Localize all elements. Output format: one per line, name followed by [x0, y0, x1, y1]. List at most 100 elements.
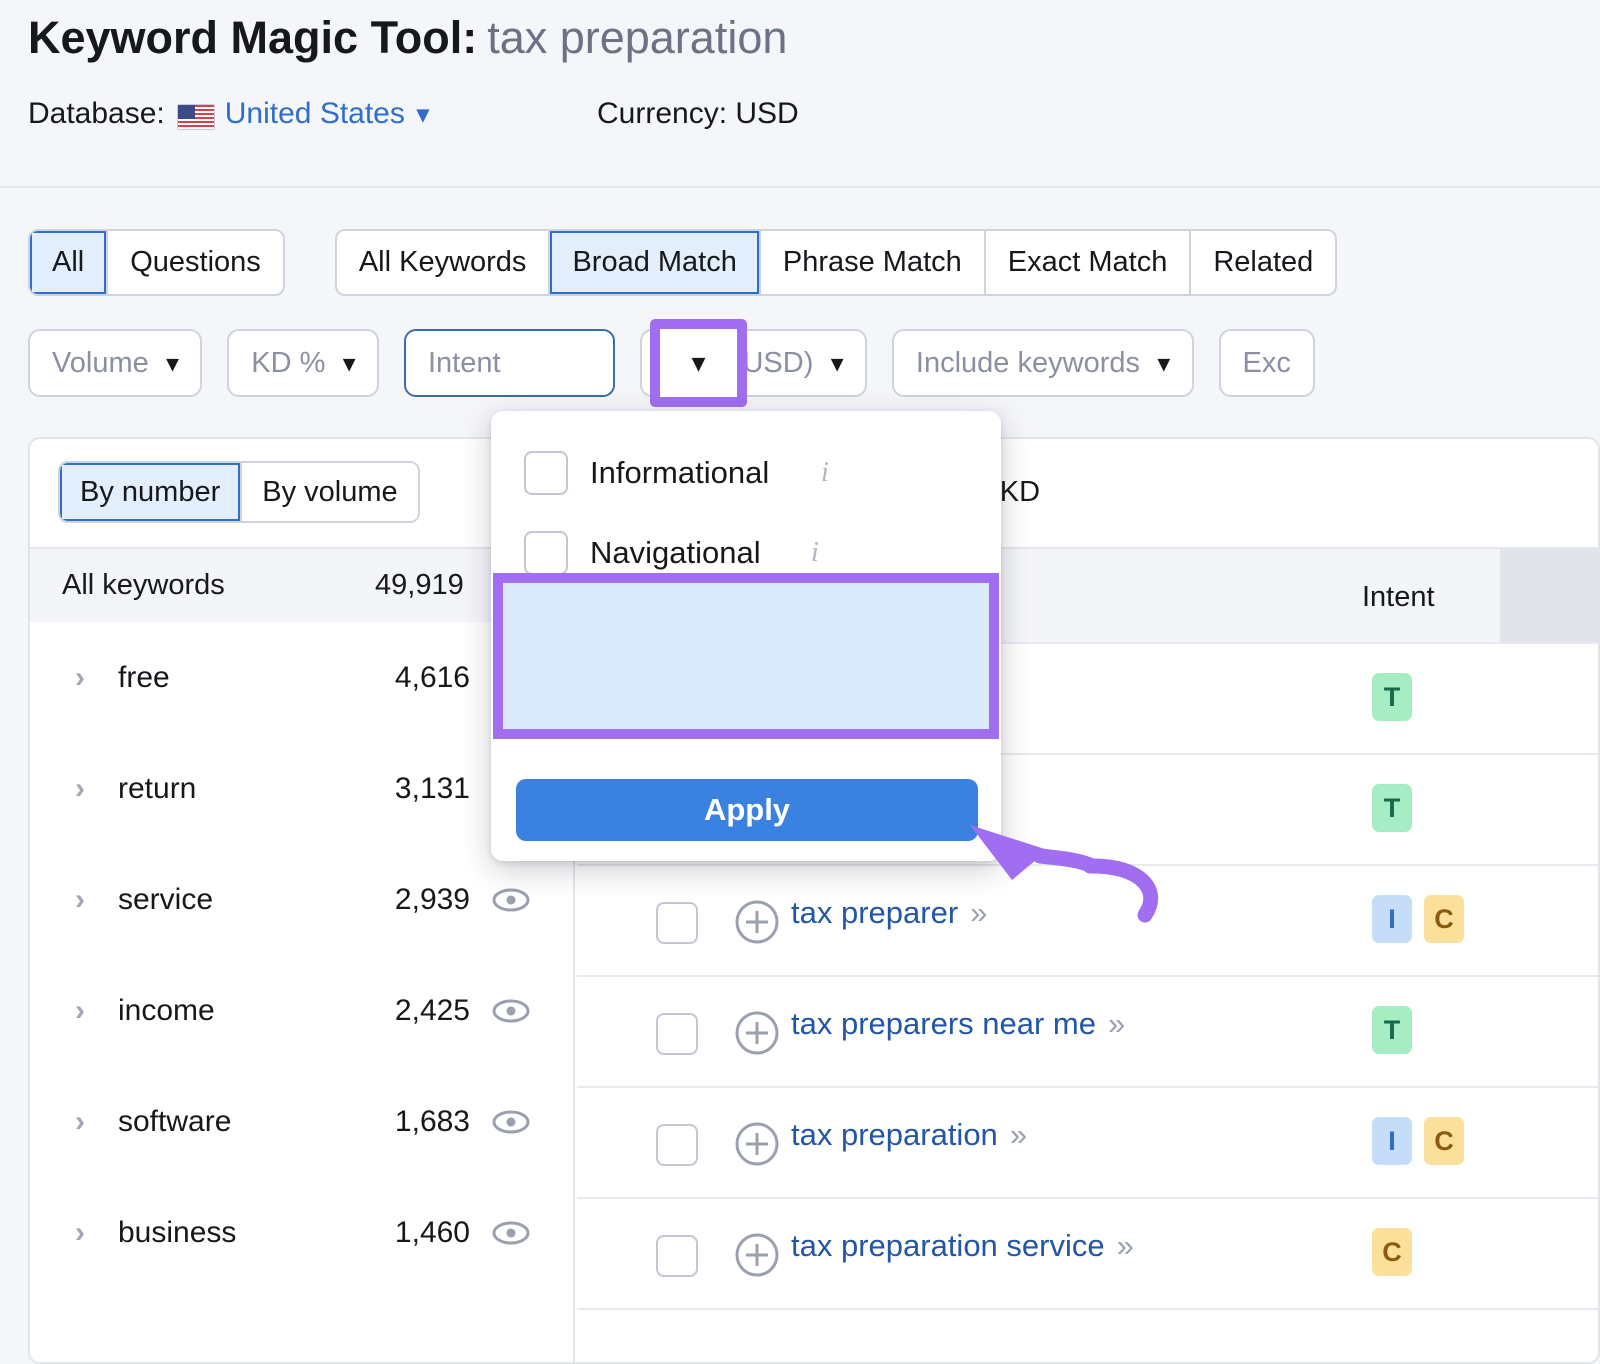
row-checkbox[interactable] — [656, 902, 698, 944]
group-name: income — [118, 994, 215, 1028]
keyword-link[interactable]: tax preparer » — [791, 895, 987, 931]
tab-related[interactable]: Related — [1191, 231, 1335, 294]
row-checkbox[interactable] — [656, 1235, 698, 1277]
table-row[interactable]: tax preparation» I C — [577, 1086, 1600, 1197]
eye-icon[interactable] — [492, 1221, 530, 1245]
filter-kd-label: KD % — [251, 347, 325, 380]
row-checkbox[interactable] — [656, 1124, 698, 1166]
info-icon[interactable]: i — [821, 457, 829, 489]
currency-label: Currency: USD — [597, 97, 799, 131]
group-name: business — [118, 1216, 236, 1250]
table-row[interactable]: tax preparer » I C — [577, 864, 1600, 975]
chevron-right-icon[interactable]: › — [75, 1105, 85, 1139]
status-badge: I — [1372, 1117, 1412, 1165]
chevron-down-icon: ▾ — [831, 350, 843, 377]
filter-exclude-keywords-label: Exc — [1243, 347, 1291, 380]
intent-badges: T — [1372, 1006, 1412, 1054]
tab-questions[interactable]: Questions — [108, 231, 283, 294]
intent-dropdown-toggle-highlight[interactable]: ▾ — [650, 319, 747, 407]
chevron-down-icon: ▾ — [692, 348, 705, 378]
us-flag-icon — [177, 104, 215, 130]
chevron-double-right-icon[interactable]: » — [1010, 1117, 1027, 1152]
chevron-right-icon[interactable]: › — [75, 883, 85, 917]
group-name: software — [118, 1105, 231, 1139]
database-label: Database: — [28, 97, 165, 131]
chevron-right-icon[interactable]: › — [75, 772, 85, 806]
intent-badges: C — [1372, 1228, 1412, 1276]
keyword-text: tax preparer — [791, 895, 958, 930]
page-header: Keyword Magic Tool:tax preparation Datab… — [0, 0, 1600, 186]
add-keyword-icon[interactable] — [734, 1232, 780, 1278]
table-header-shade — [1500, 549, 1600, 644]
list-item[interactable]: › software 1,683 — [30, 1066, 575, 1177]
apply-button[interactable]: Apply — [516, 779, 978, 841]
tab-broad-match[interactable]: Broad Match — [550, 231, 760, 294]
tab-all-keywords[interactable]: All Keywords — [337, 231, 551, 294]
table-row[interactable] — [577, 1308, 1600, 1364]
tab-group-question-type: All Questions — [28, 229, 285, 296]
chevron-double-right-icon[interactable]: » — [1117, 1228, 1134, 1263]
selected-options-highlight — [493, 573, 999, 739]
row-checkbox[interactable] — [656, 1013, 698, 1055]
sidebar-tab-by-volume[interactable]: By volume — [242, 463, 417, 521]
chevron-down-icon[interactable]: ▾ — [417, 100, 429, 129]
eye-icon[interactable] — [492, 1110, 530, 1134]
option-label: Informational — [590, 455, 769, 491]
intent-badges: I C — [1372, 895, 1464, 943]
add-keyword-icon[interactable] — [734, 1010, 780, 1056]
chevron-double-right-icon[interactable]: » — [1108, 1006, 1125, 1041]
intent-badges: T — [1372, 784, 1412, 832]
filter-intent[interactable]: Intent — [404, 329, 615, 397]
add-keyword-icon[interactable] — [734, 899, 780, 945]
keyword-link[interactable]: tax preparation» — [791, 1117, 1027, 1153]
eye-icon[interactable] — [492, 999, 530, 1023]
database-row: Database: United States ▾ — [28, 97, 429, 131]
status-badge: T — [1372, 784, 1412, 832]
filter-volume[interactable]: Volume▾ — [28, 329, 202, 397]
checkbox-informational[interactable] — [524, 451, 568, 495]
filter-include-keywords-label: Include keywords — [916, 347, 1140, 380]
chevron-down-icon: ▾ — [343, 350, 355, 377]
chevron-down-icon: ▾ — [1158, 350, 1170, 377]
header-divider — [0, 186, 1600, 188]
tab-all[interactable]: All — [30, 231, 108, 294]
table-row[interactable]: tax preparers near me » T — [577, 975, 1600, 1086]
filter-intent-label: Intent — [428, 347, 501, 380]
chevron-right-icon[interactable]: › — [75, 1216, 85, 1250]
tab-group-match-type: All Keywords Broad Match Phrase Match Ex… — [335, 229, 1338, 296]
keyword-link[interactable]: tax preparers near me » — [791, 1006, 1125, 1042]
list-item[interactable]: › service 2,939 — [30, 844, 575, 955]
keyword-text: tax preparers near me — [791, 1006, 1096, 1041]
group-count: 2,425 — [320, 994, 470, 1028]
group-count: 1,460 — [320, 1216, 470, 1250]
list-item[interactable]: › income 2,425 — [30, 955, 575, 1066]
tab-phrase-match[interactable]: Phrase Match — [761, 231, 986, 294]
page-title-text: Keyword Magic Tool: — [28, 12, 477, 63]
table-row[interactable]: tax preparation service» C — [577, 1197, 1600, 1308]
filter-include-keywords[interactable]: Include keywords ▾ — [892, 329, 1194, 397]
group-name: service — [118, 883, 213, 917]
dropdown-option-informational[interactable]: Informational i — [491, 433, 1001, 513]
filter-exclude-keywords[interactable]: Exc — [1219, 329, 1315, 397]
page-title-keyword: tax preparation — [487, 12, 787, 63]
intent-badges: I C — [1372, 1117, 1464, 1165]
group-count: 2,939 — [320, 883, 470, 917]
add-keyword-icon[interactable] — [734, 1121, 780, 1167]
chevron-right-icon[interactable]: › — [75, 661, 85, 695]
keyword-link[interactable]: tax preparation service» — [791, 1228, 1134, 1264]
eye-icon[interactable] — [492, 888, 530, 912]
chevron-double-right-icon[interactable]: » — [970, 895, 987, 930]
info-icon[interactable]: i — [811, 537, 819, 569]
column-header-intent: Intent — [1362, 581, 1435, 614]
filter-kd[interactable]: KD % ▾ — [227, 329, 379, 397]
all-keywords-count: 49,919 — [375, 569, 464, 602]
checkbox-navigational[interactable] — [524, 531, 568, 575]
database-selector[interactable]: United States — [225, 97, 405, 131]
list-item[interactable]: › business 1,460 — [30, 1177, 575, 1288]
sidebar-tab-by-number[interactable]: By number — [60, 463, 242, 521]
tab-exact-match[interactable]: Exact Match — [986, 231, 1192, 294]
intent-badges: T — [1372, 673, 1412, 721]
group-count: 1,683 — [320, 1105, 470, 1139]
chevron-right-icon[interactable]: › — [75, 994, 85, 1028]
status-badge: T — [1372, 673, 1412, 721]
